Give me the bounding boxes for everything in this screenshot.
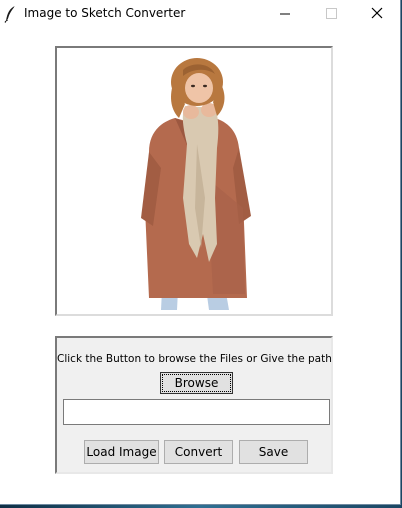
maximize-icon [326,8,337,19]
title-bar[interactable]: Image to Sketch Converter [0,0,400,28]
browse-button[interactable]: Browse [160,372,233,394]
control-panel: Click the Button to browse the Files or … [55,336,333,474]
load-image-button[interactable]: Load Image [84,440,159,464]
close-icon [371,7,383,19]
woman-in-coat-photo [57,48,331,314]
minimize-icon [280,13,290,15]
path-input[interactable] [63,399,330,425]
convert-button[interactable]: Convert [164,440,233,464]
minimize-button[interactable] [262,0,308,28]
window-title: Image to Sketch Converter [24,6,186,20]
app-window: Image to Sketch Converter Click the Butt… [0,0,401,505]
feather-icon [4,5,18,23]
close-button[interactable] [354,0,400,28]
image-preview [55,46,333,316]
instruction-label: Click the Button to browse the Files or … [57,353,332,365]
maximize-button[interactable] [308,0,354,28]
save-button[interactable]: Save [239,440,308,464]
